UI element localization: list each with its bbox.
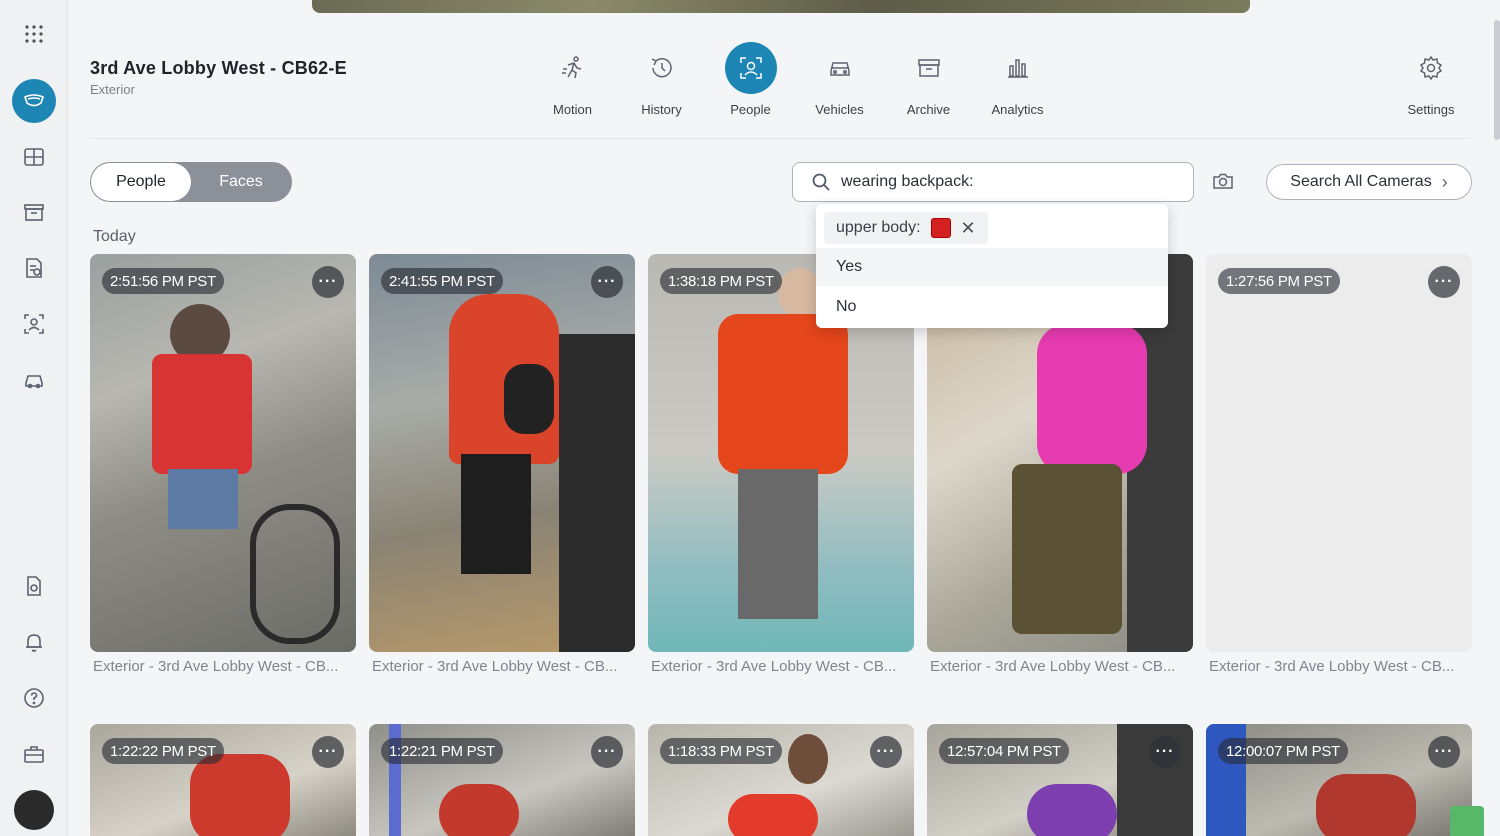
layouts-icon[interactable] [14,137,54,177]
result-card[interactable]: 2:51:56 PM PST ··· Exterior - 3rd Ave Lo… [90,254,356,675]
apps-grid-icon[interactable] [14,14,54,54]
camera-subtitle: Exterior [90,82,135,97]
vehicles-icon[interactable] [14,360,54,400]
tab-analytics[interactable]: Analytics [973,42,1062,117]
sidebar [0,0,68,836]
bell-icon[interactable] [14,622,54,662]
avatar[interactable] [14,790,54,830]
tab-history[interactable]: History [617,42,706,117]
tab-label: Archive [906,102,951,117]
top-nav: Motion History People Vehicles Archive A… [528,42,1062,117]
header-divider [90,138,1470,139]
tab-label: Vehicles [815,102,864,117]
more-options-button[interactable]: ··· [312,266,344,298]
tab-label: People [730,102,771,117]
settings-button[interactable]: Settings [1400,42,1462,117]
thumbnail[interactable]: 2:51:56 PM PST ··· [90,254,356,652]
result-card[interactable]: 1:22:21 PM PST ··· [369,724,635,836]
motion-icon [561,56,581,79]
result-card[interactable]: 1:27:56 PM PST ··· Exterior - 3rd Ave Lo… [1206,254,1472,675]
timestamp-badge: 1:27:56 PM PST [1218,268,1340,294]
search-input[interactable] [841,173,1181,191]
toggle-people[interactable]: People [91,163,191,201]
camera-icon [1213,173,1233,189]
search-box [792,162,1194,202]
more-options-button[interactable]: ··· [1428,266,1460,298]
tab-archive[interactable]: Archive [884,42,973,117]
more-options-button[interactable]: ··· [1428,736,1460,768]
more-options-button[interactable]: ··· [312,736,344,768]
result-card[interactable]: 12:00:07 PM PST ··· [1206,724,1472,836]
timestamp-badge: 1:38:18 PM PST [660,268,782,294]
timestamp-badge: 2:51:56 PM PST [102,268,224,294]
thumbnail[interactable]: 1:22:21 PM PST ··· [369,724,635,836]
option-no[interactable]: No [816,288,1168,326]
option-yes[interactable]: Yes [816,248,1168,286]
timestamp-badge: 1:22:21 PM PST [381,738,503,764]
gear-icon [1419,55,1443,81]
people-icon [739,57,762,79]
close-icon[interactable]: ✕ [961,218,976,239]
more-options-button[interactable]: ··· [1149,736,1181,768]
main-content: 3rd Ave Lobby West - CB62-E Exterior Mot… [68,0,1500,836]
result-card[interactable]: 1:18:33 PM PST ··· [648,724,914,836]
search-all-label: Search All Cameras [1290,173,1432,190]
toggle-faces[interactable]: Faces [191,163,291,201]
camera-search-button[interactable] [1212,170,1236,194]
color-swatch[interactable] [930,218,951,238]
tab-people[interactable]: People [706,42,795,117]
reports-icon[interactable] [14,248,54,288]
timestamp-badge: 1:22:22 PM PST [102,738,224,764]
thumbnail[interactable]: 2:41:55 PM PST ··· [369,254,635,652]
history-icon [651,57,672,78]
result-card[interactable]: 1:22:22 PM PST ··· [90,724,356,836]
card-caption: Exterior - 3rd Ave Lobby West - CB... [930,658,1176,675]
scrollbar[interactable] [1494,20,1500,140]
search-all-cameras-button[interactable]: Search All Cameras › [1266,164,1472,200]
cameras-icon[interactable] [12,79,56,123]
people-icon[interactable] [14,304,54,344]
vehicle-icon [829,62,850,76]
chat-widget-icon[interactable] [1450,806,1484,836]
card-caption: Exterior - 3rd Ave Lobby West - CB... [93,658,339,675]
more-options-button[interactable]: ··· [591,266,623,298]
help-icon[interactable] [14,678,54,718]
search-suggestions-dropdown: upper body: ✕ Yes No [816,204,1168,328]
tab-label: History [641,102,682,117]
device-icon[interactable] [14,566,54,606]
thumbnail[interactable]: 12:00:07 PM PST ··· [1206,724,1472,836]
card-caption: Exterior - 3rd Ave Lobby West - CB... [372,658,618,675]
page-title: 3rd Ave Lobby West - CB62-E [90,58,347,78]
archive-icon[interactable] [14,192,54,232]
card-caption: Exterior - 3rd Ave Lobby West - CB... [1209,658,1455,675]
result-card[interactable]: 12:57:04 PM PST ··· [927,724,1193,836]
tab-motion[interactable]: Motion [528,42,617,117]
timestamp-badge: 1:18:33 PM PST [660,738,782,764]
search-icon [812,173,830,191]
section-today: Today [93,228,136,245]
analytics-icon [1007,59,1028,78]
result-card[interactable]: 2:41:55 PM PST ··· Exterior - 3rd Ave Lo… [369,254,635,675]
thumbnail[interactable]: 12:57:04 PM PST ··· [927,724,1193,836]
people-faces-toggle: People Faces [90,162,292,202]
chip-label: upper body: [836,219,921,236]
tab-label: Analytics [991,102,1044,117]
filter-chip: upper body: ✕ [824,212,988,244]
tab-vehicles[interactable]: Vehicles [795,42,884,117]
chevron-right-icon: › [1441,171,1448,192]
more-options-button[interactable]: ··· [870,736,902,768]
thumbnail[interactable]: 1:27:56 PM PST ··· [1206,254,1472,652]
toolbox-icon[interactable] [14,734,54,774]
thumbnail[interactable]: 1:22:22 PM PST ··· [90,724,356,836]
thumbnail[interactable]: 1:18:33 PM PST ··· [648,724,914,836]
card-caption: Exterior - 3rd Ave Lobby West - CB... [651,658,897,675]
archive-icon [917,59,940,77]
more-options-button[interactable]: ··· [591,736,623,768]
timestamp-badge: 12:00:07 PM PST [1218,738,1348,764]
settings-label: Settings [1407,102,1455,117]
timestamp-badge: 12:57:04 PM PST [939,738,1069,764]
tab-label: Motion [552,102,593,117]
timestamp-badge: 2:41:55 PM PST [381,268,503,294]
